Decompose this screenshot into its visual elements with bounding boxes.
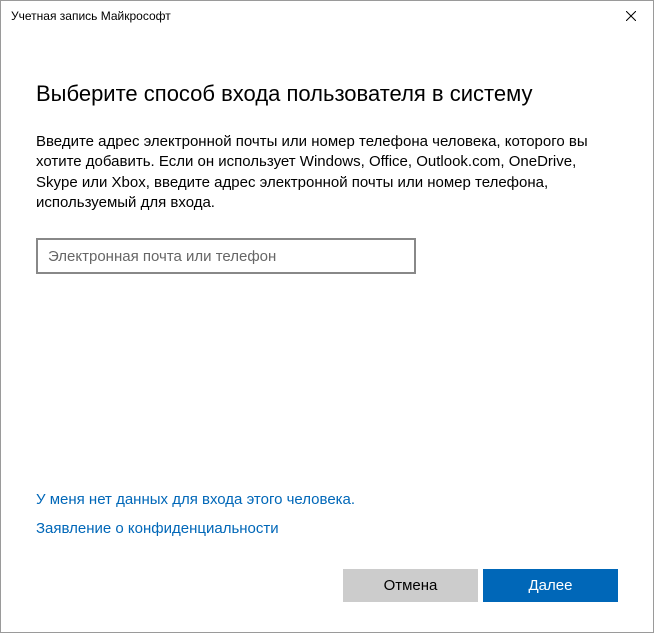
close-icon [626, 11, 636, 21]
titlebar: Учетная запись Майкрософт [1, 1, 653, 31]
dialog-content: Выберите способ входа пользователя в сис… [1, 31, 653, 632]
footer-buttons: Отмена Далее [36, 569, 618, 612]
email-phone-input[interactable] [36, 238, 416, 274]
spacer [36, 274, 618, 491]
no-credentials-link[interactable]: У меня нет данных для входа этого челове… [36, 491, 618, 508]
description-text: Введите адрес электронной почты или номе… [36, 132, 618, 213]
close-button[interactable] [608, 1, 653, 31]
cancel-button[interactable]: Отмена [343, 569, 478, 602]
window-title: Учетная запись Майкрософт [11, 1, 171, 31]
next-button[interactable]: Далее [483, 569, 618, 602]
privacy-link[interactable]: Заявление о конфиденциальности [36, 520, 618, 537]
dialog-window: Учетная запись Майкрософт Выберите спосо… [0, 0, 654, 633]
links-section: У меня нет данных для входа этого челове… [36, 491, 618, 549]
page-title: Выберите способ входа пользователя в сис… [36, 81, 618, 107]
